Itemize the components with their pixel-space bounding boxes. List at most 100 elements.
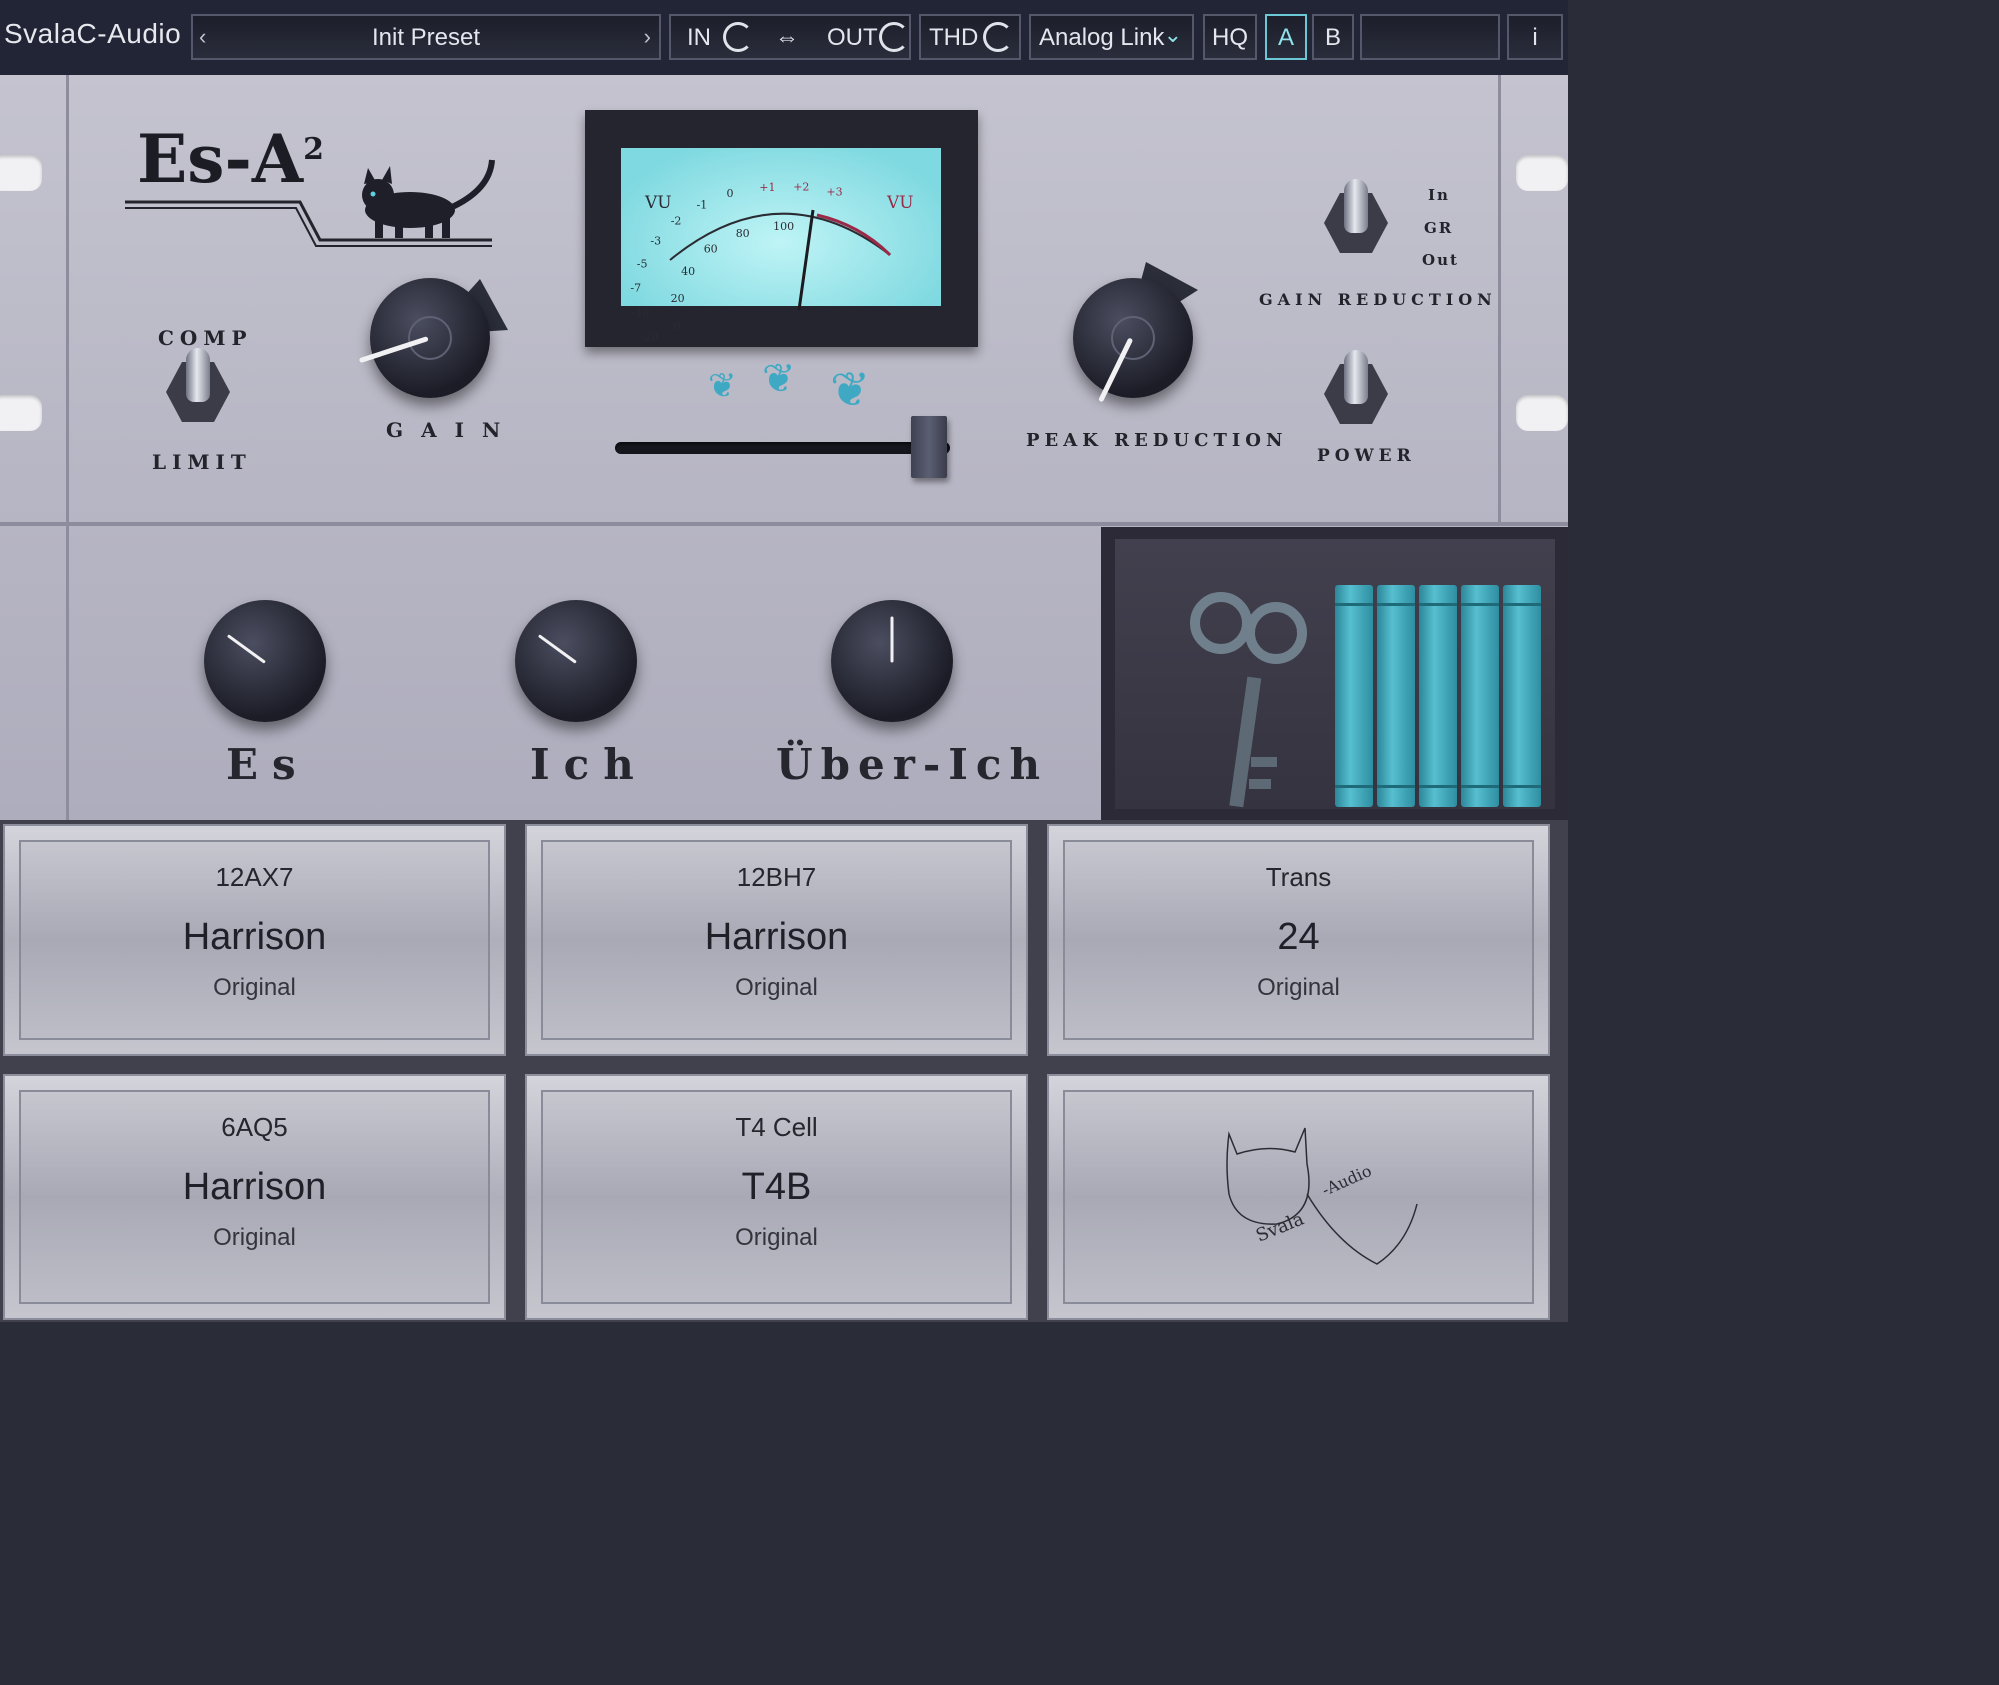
meter-mode-toggle[interactable] [1324,179,1388,253]
vu-right-label: VU [886,193,914,213]
gain-label: GAIN [386,418,519,442]
vu-tick-label: -1 [697,199,708,212]
vu-percent-label: 0 [674,320,681,333]
info-button[interactable]: i [1507,14,1563,60]
vu-percent-label: 100 [773,220,794,233]
a-button[interactable]: A [1265,14,1307,60]
plugin-window: SvalaC-Audio ‹ Init Preset › IN ⇔ OUT TH… [0,0,1568,1322]
vu-tick-label: 0 [727,187,734,200]
butterfly-icon: ❦ [708,366,737,406]
panel-edge-left [66,75,69,820]
gain-reduction-label: GAIN REDUCTION [1259,290,1497,309]
meter-mode-gr: GR [1424,219,1454,237]
vu-meter-scale: VU VU -20-10-7-5-3-2-10 +1 +2 +3 0204060801… [630,180,914,344]
meter-mode-out: Out [1422,251,1459,269]
logo-underline-cat [125,159,495,247]
es-knob[interactable] [204,600,326,722]
tube-slot-1[interactable]: 12AX7 Harrison Original [3,824,506,1056]
vu-tick-label: -3 [650,235,661,248]
uber-ich-label: Über-Ich [776,740,1049,789]
slot-type: 6AQ5 [221,1112,288,1142]
vu-tick-label: +1 [759,181,775,194]
rack-ear-hole [0,155,42,191]
butterfly-icon: ❦ [830,362,871,418]
slot-type: 12AX7 [215,862,294,892]
vu-meter: VU VU -20 -10 -7 -5 -3 -2 -1 0 +1 +2 +3 0 20 40 60 80 1… [585,110,978,347]
rack-ear-hole [1516,155,1568,191]
tube-slot-4[interactable]: 6AQ5 Harrison Original [3,1074,506,1320]
signature-text-2: -Audio [1319,1161,1374,1200]
empty-display [1360,14,1500,60]
power-toggle[interactable] [1324,350,1388,424]
es-label: Es [226,740,310,789]
next-preset-button[interactable]: › [644,24,651,50]
slot-variant: Original [735,974,818,1001]
vu-tick-label: -2 [671,215,682,228]
comp-label: COMP [158,326,253,350]
hq-button[interactable]: HQ [1203,14,1257,60]
slot-type: Trans [1265,862,1332,892]
a-label: A [1277,24,1294,51]
signature-cat-drawing: Svala -Audio [1226,1127,1418,1265]
link-icon[interactable]: ⇔ [775,24,799,52]
slot-model: 24 [1277,916,1320,958]
peak-reduction-label: PEAK REDUCTION [1026,430,1288,451]
vu-tick-label: -5 [637,257,648,270]
butterfly-icon: ❦ [762,356,796,402]
tube-slot-5[interactable]: T4 Cell T4B Original [525,1074,1028,1320]
slot-type: T4 Cell [735,1112,818,1142]
analog-link-label: Analog Link [1039,24,1165,51]
peak-reduction-knob[interactable] [1073,278,1193,403]
preset-name[interactable]: Init Preset [193,24,659,52]
panel-edge-right [1498,75,1501,523]
slot-model: Harrison [704,916,849,958]
slot-variant: Original [213,1224,296,1251]
hq-label: HQ [1212,24,1248,51]
vu-tick-label: -10 [632,307,650,320]
bookshelf-decoration [1101,527,1568,820]
tube-slot-2[interactable]: 12BH7 Harrison Original [525,824,1028,1056]
ich-label: Ich [530,740,648,789]
rack-ear-hole [0,395,42,431]
info-label: i [1532,24,1538,51]
in-label: IN [687,24,711,51]
vu-tick-label: -7 [630,282,641,295]
out-label: OUT [827,24,878,51]
meter-mode-in: In [1428,186,1450,204]
uber-ich-knob[interactable] [831,600,953,722]
limit-label: LIMIT [152,450,252,474]
key-icon [1190,592,1307,808]
signature-plate: Svala -Audio [1047,1074,1550,1320]
vu-tick-label: +3 [826,185,842,198]
slot-type: 12BH7 [736,862,817,892]
gain-knob[interactable] [358,278,490,398]
thd-label: THD [929,24,979,51]
power-label: POWER [1317,446,1416,466]
slot-variant: Original [735,1224,818,1251]
cat-icon [362,159,495,238]
brand-name: SvalaC-Audio [4,18,182,49]
analog-link-dropdown[interactable]: Analog Link ⌄ [1029,14,1194,60]
thd-knob[interactable] [983,22,1013,52]
thd-group: THD [919,14,1021,60]
tube-selector-grid: 12AX7 Harrison Original 12BH7 Harrison O… [0,820,1568,1322]
vu-tick-label: -20 [641,331,659,344]
slot-variant: Original [213,974,296,1001]
top-bar: SvalaC-Audio ‹ Init Preset › IN ⇔ OUT TH… [0,0,1568,75]
comp-limit-toggle[interactable] [166,348,230,422]
output-gain-knob[interactable] [879,22,909,52]
b-button[interactable]: B [1312,14,1354,60]
mix-slider-thumb[interactable] [911,416,947,478]
slot-model: Harrison [182,916,327,958]
vu-percent-label: 80 [736,227,750,240]
ich-knob[interactable] [515,600,637,722]
vu-percent-label: 40 [681,265,695,278]
tube-slot-3[interactable]: Trans 24 Original [1047,824,1550,1056]
chevron-down-icon: ⌄ [1163,22,1182,47]
slot-model: T4B [741,1166,812,1208]
mix-slider-track[interactable] [615,442,950,454]
signature-text-1: Svala [1253,1208,1307,1246]
input-gain-knob[interactable] [723,22,753,52]
vu-left-label: VU [644,193,672,213]
preset-selector[interactable]: ‹ Init Preset › [191,14,661,60]
